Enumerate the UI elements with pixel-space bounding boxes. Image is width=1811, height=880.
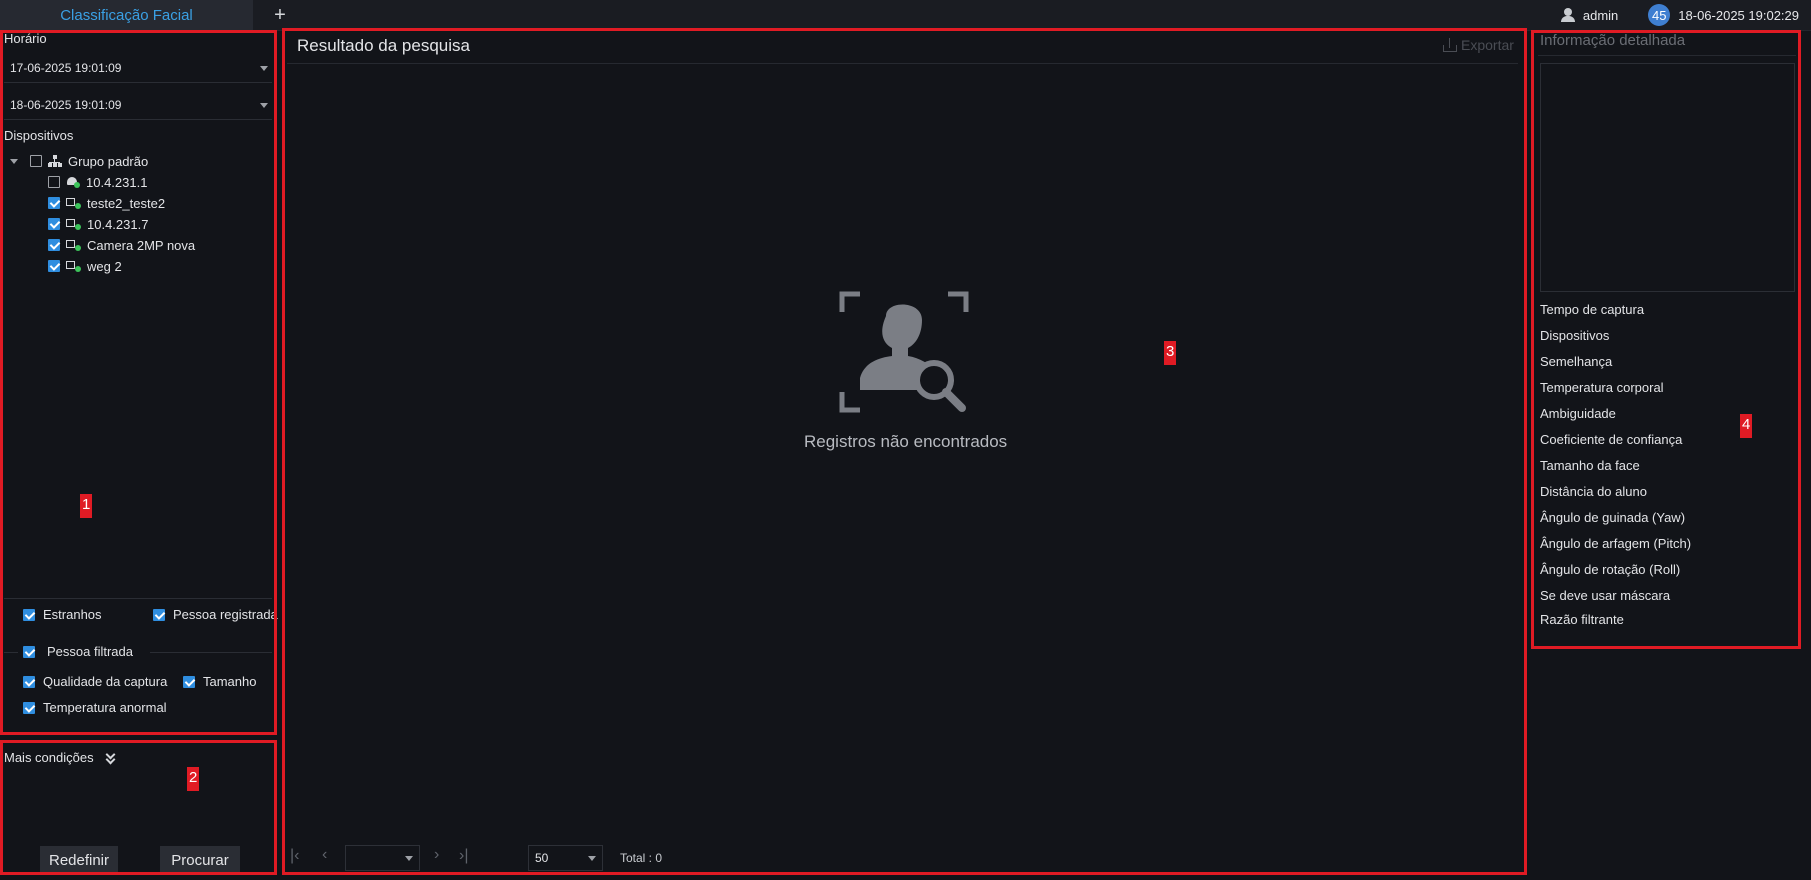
user-icon [1560, 8, 1575, 22]
tab-face-classification[interactable]: Classificação Facial [0, 0, 253, 30]
add-tab-button[interactable]: + [270, 2, 290, 28]
region-marker-3: 3 [1164, 341, 1177, 365]
top-bar: Classificação Facial + admin 45 18-06-20… [0, 0, 1811, 31]
region-marker-4: 4 [1740, 414, 1753, 438]
top-right-status: admin 45 18-06-2025 19:02:29 [1560, 0, 1799, 30]
region-marker-2: 2 [187, 767, 200, 791]
region-box-2 [0, 740, 277, 875]
current-datetime: 18-06-2025 19:02:29 [1678, 7, 1799, 23]
notification-badge[interactable]: 45 [1648, 4, 1671, 26]
region-box-1 [0, 30, 277, 735]
region-box-4 [1531, 30, 1801, 649]
region-box-3 [282, 28, 1527, 875]
region-marker-1: 1 [80, 494, 93, 518]
username[interactable]: admin [1583, 8, 1618, 23]
tab-title: Classificação Facial [60, 6, 193, 24]
